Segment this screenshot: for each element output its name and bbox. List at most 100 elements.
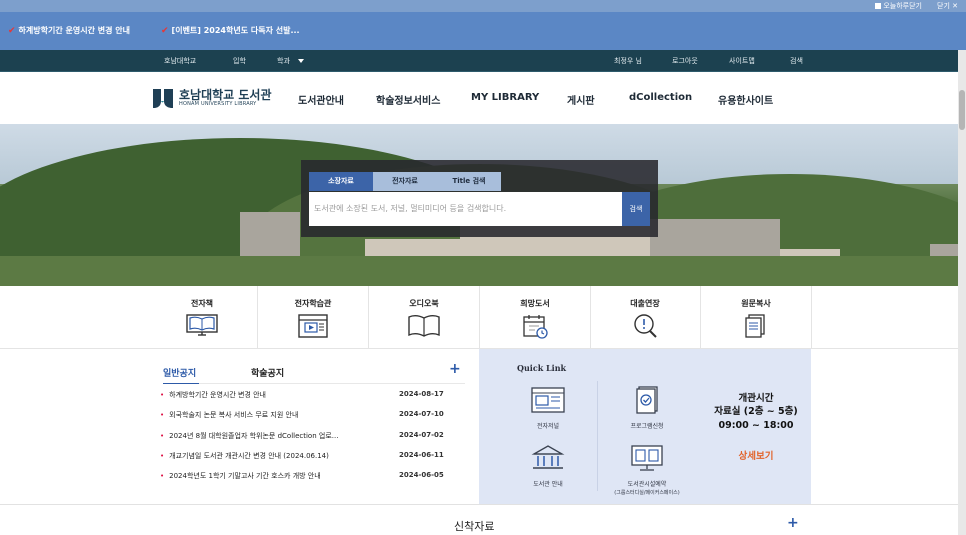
quick-link-facility-booking[interactable]: 도서관시설예약 (그룹스터디실/메이커스페이스) [599, 443, 695, 496]
quick-menu-elearning[interactable]: 전자학습관 [258, 286, 369, 349]
gnb-useful-sites[interactable]: 유용한사이트 [718, 92, 773, 107]
bullet-icon: • [160, 432, 165, 440]
notice-title: 개교기념일 도서관 개관시간 변경 안내 (2024.06.14) [169, 452, 329, 460]
logo-mark-icon [153, 89, 173, 108]
search-button[interactable]: 검색 [622, 192, 650, 226]
sitemap-link[interactable]: 사이트맵 [729, 56, 755, 66]
opening-hours-panel: 개관시간 자료실 (2층 ~ 5층) 09:00 ~ 18:00 상세보기 [701, 349, 811, 504]
util-department-label: 학과 [277, 57, 290, 65]
caret-down-icon [297, 59, 304, 63]
notice-date: 2024-06-11 [399, 451, 444, 459]
scrollbar-thumb[interactable] [959, 90, 965, 130]
quick-menu: 전자책 전자학습관 오디오북 희망도서 대출연장 원문복사 [0, 286, 966, 349]
quick-link-program[interactable]: 프로그램신청 [617, 385, 677, 430]
gnb-library-info[interactable]: 도서관안내 [298, 92, 344, 107]
notice-ticker-item[interactable]: ✔ [이벤트] 2024학년도 다독자 선발... [161, 25, 300, 36]
notice-title: 2024년 8월 대학원졸업자 학위논문 dCollection 업로... [169, 432, 339, 440]
notice-row[interactable]: • 외국학술지 논문 복사 서비스 무료 지원 안내 2024-07-10 [160, 410, 465, 422]
search-tab-title[interactable]: Title 검색 [437, 172, 501, 191]
magnifier-icon [634, 314, 657, 338]
quick-menu-document-copy[interactable]: 원문복사 [701, 286, 812, 349]
quick-menu-label: 희망도서 [520, 299, 550, 308]
quick-link-divider [597, 381, 598, 491]
checkbox-icon [875, 3, 882, 9]
notice-row[interactable]: • 하계방학기간 운영시간 변경 안내 2024-08-17 [160, 390, 465, 402]
quick-menu-label: 전자학습관 [294, 299, 332, 308]
gnb-academic-service[interactable]: 학술정보서비스 [376, 92, 440, 107]
notice-board: 일반공지 학술공지 + • 하계방학기간 운영시간 변경 안내 2024-08-17… [147, 349, 479, 503]
quick-menu-label: 오디오북 [409, 299, 439, 308]
hero-building [240, 212, 300, 262]
notice-title: 외국학술지 논문 복사 서비스 무료 지원 안내 [169, 411, 299, 419]
search-tab-holdings[interactable]: 소장자료 [309, 172, 373, 191]
board-more-button[interactable]: + [449, 361, 461, 377]
logo-english-text: HONAM UNIVERSITY LIBRARY [179, 100, 257, 107]
search-input[interactable]: 도서관에 소장된 도서, 저널, 멀티미디어 등을 검색합니다. [309, 192, 622, 226]
logo-korean-text: 호남대학교 도서관 [179, 87, 272, 102]
new-arrivals-section: 신착자료 + [0, 504, 966, 535]
tab-general-notice[interactable]: 일반공지 [163, 366, 196, 379]
notice-ticker-item[interactable]: ✔ 하계방학기간 운영시간 변경 안내 [8, 25, 130, 36]
quick-menu-wish-book[interactable]: 희망도서 [480, 286, 591, 349]
quick-link-title: Quick Link [517, 363, 567, 373]
tab-academic-notice[interactable]: 학술공지 [251, 366, 284, 379]
quick-menu-loan-renewal[interactable]: 대출연장 [590, 286, 701, 349]
copy-icon [745, 314, 765, 338]
quick-link-panel: Quick Link 전자저널 프로그램신청 도서관 안내 도서관시설예약 (그… [479, 349, 701, 504]
elearning-icon [298, 314, 328, 338]
notice-date: 2024-06-05 [399, 471, 444, 479]
calendar-icon [523, 315, 548, 339]
search-panel: 소장자료 전자자료 Title 검색 도서관에 소장된 도서, 저널, 멀티미디… [301, 160, 658, 237]
quick-menu-label: 전자책 [190, 299, 214, 308]
user-name: 최정우 님 [614, 57, 642, 65]
bullet-icon: • [160, 391, 165, 399]
gnb-board[interactable]: 게시판 [567, 92, 595, 107]
quick-menu-audiobook[interactable]: 오디오북 [369, 286, 480, 349]
notice-row[interactable]: • 2024학년도 1학기 기말고사 기간 호스카 개방 안내 2024-06-05 [160, 471, 465, 483]
quick-link-label: 전자저널 [536, 423, 560, 430]
quick-link-label: 도서관시설예약 [627, 481, 667, 488]
util-link-admission[interactable]: 입학 [233, 56, 246, 66]
hours-room: 자료실 (2층 ~ 5층) [714, 406, 798, 417]
new-arrivals-more-button[interactable]: + [787, 515, 799, 531]
gnb-dcollection[interactable]: dCollection [629, 92, 692, 103]
notice-title: 하계방학기간 운영시간 변경 안내 [169, 391, 266, 399]
quick-link-label: 도서관 안내 [533, 481, 563, 488]
notice-date: 2024-08-17 [399, 390, 444, 398]
util-link-university[interactable]: 호남대학교 [164, 56, 196, 66]
quick-link-label: 프로그램신청 [630, 423, 664, 430]
notice-row[interactable]: • 개교기념일 도서관 개관시간 변경 안내 (2024.06.14) 2024-0… [160, 451, 465, 463]
close-label: 닫기 [937, 2, 950, 10]
quick-link-library-guide[interactable]: 도서관 안내 [521, 443, 575, 488]
active-tab-underline [163, 383, 199, 384]
search-tab-electronic[interactable]: 전자자료 [373, 172, 437, 191]
popup-close-button[interactable]: 닫기 ✕ [937, 1, 958, 11]
hours-detail-link[interactable]: 상세보기 [701, 448, 811, 462]
notice-ticker: ✔ 하계방학기간 운영시간 변경 안내 ✔ [이벤트] 2024학년도 다독자 선발… [0, 12, 966, 50]
quick-menu-ebook[interactable]: 전자책 [147, 286, 258, 349]
notice-date: 2024-07-10 [399, 410, 444, 418]
notice-ticker-text: [이벤트] 2024학년도 다독자 선발... [171, 26, 300, 35]
util-link-department[interactable]: 학과 [277, 56, 304, 66]
notice-row[interactable]: • 2024년 8월 대학원졸업자 학위논문 dCollection 업로... 2… [160, 431, 465, 443]
tab-divider [199, 383, 465, 384]
search-link[interactable]: 검색 [790, 56, 803, 66]
check-icon: ✔ [161, 25, 169, 36]
page-scrollbar[interactable] [958, 50, 966, 535]
quick-link-ejournal[interactable]: 전자저널 [521, 385, 575, 430]
library-logo[interactable]: 호남대학교 도서관 HONAM UNIVERSITY LIBRARY [152, 87, 272, 109]
notice-title: 2024학년도 1학기 기말고사 기간 호스카 개방 안내 [169, 472, 321, 480]
audiobook-icon [408, 315, 440, 337]
new-arrivals-title: 신착자료 [454, 520, 495, 533]
today-close-label: 오늘하루닫기 [883, 2, 922, 10]
logout-link[interactable]: 로그아웃 [672, 56, 698, 66]
utility-bar: 호남대학교 입학 학과 최정우 님 로그아웃 사이트맵 검색 [0, 50, 966, 72]
program-icon [636, 386, 658, 414]
gnb-my-library[interactable]: MY LIBRARY [471, 92, 539, 103]
hero-grass [0, 256, 966, 286]
quick-menu-label: 대출연장 [630, 299, 660, 308]
today-close-toggle[interactable]: 오늘하루닫기 [875, 1, 922, 11]
main-header: 호남대학교 도서관 HONAM UNIVERSITY LIBRARY 도서관안내… [0, 72, 966, 124]
bullet-icon: • [160, 452, 165, 460]
close-icon: ✕ [952, 2, 958, 10]
